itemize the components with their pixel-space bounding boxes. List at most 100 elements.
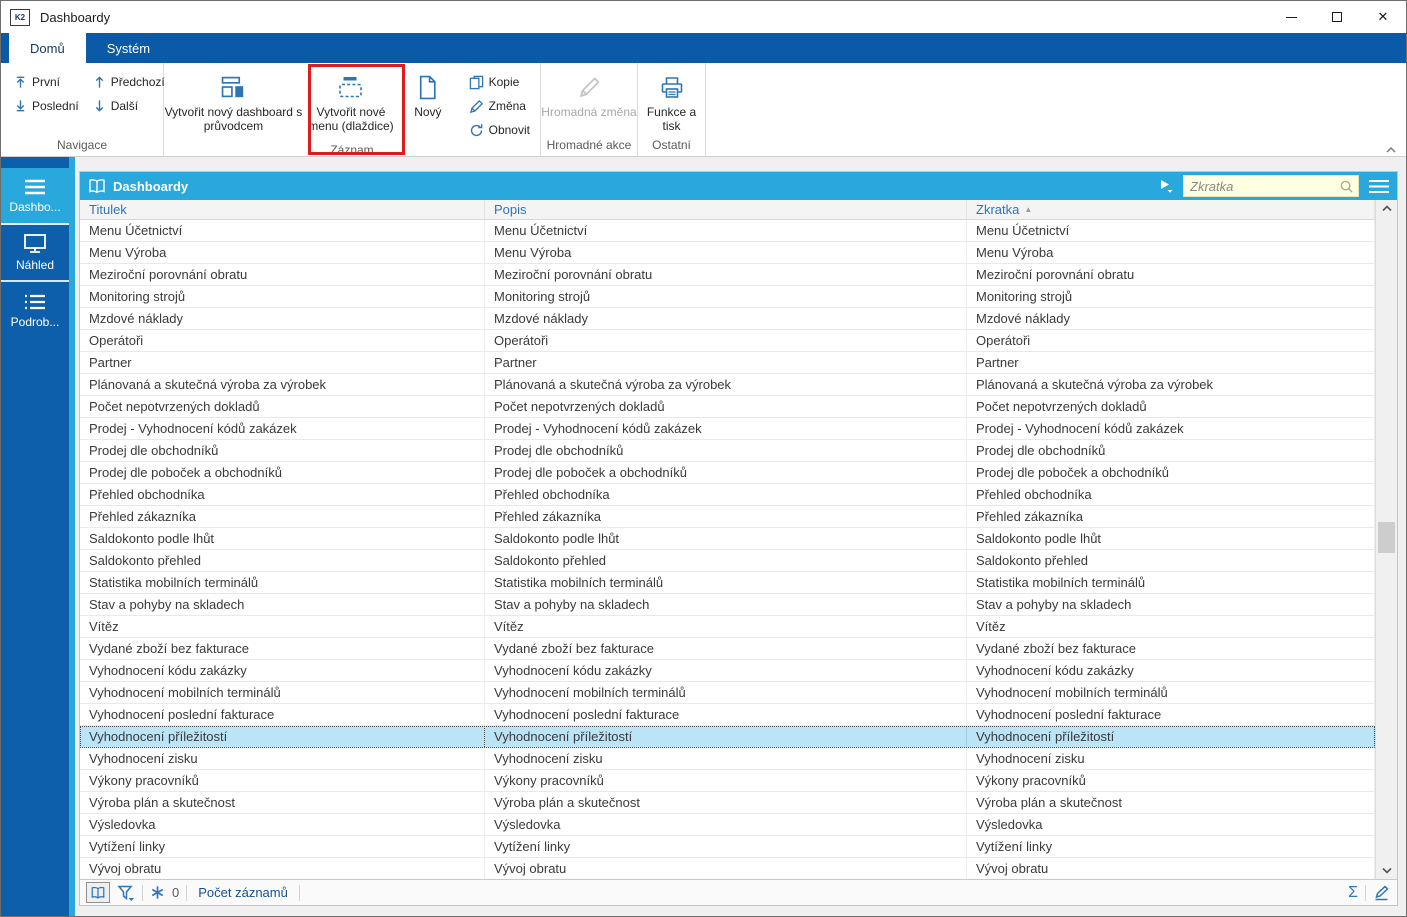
cell-popis[interactable]: Menu Účetnictví xyxy=(485,220,967,241)
cell-titulek[interactable]: Přehled zákazníka xyxy=(80,506,485,527)
cell-popis[interactable]: Meziroční porovnání obratu xyxy=(485,264,967,285)
table-row[interactable]: Výsledovka Výsledovka Výsledovka xyxy=(80,814,1375,836)
maximize-button[interactable] xyxy=(1314,1,1360,33)
create-menu-tiles-button[interactable]: Vytvořit nové menu (dlaždice) xyxy=(303,63,399,142)
sidebar-item-dashboardy[interactable]: Dashbo... xyxy=(1,168,69,225)
scroll-up-icon[interactable] xyxy=(1376,200,1397,217)
cell-popis[interactable]: Vyhodnocení zisku xyxy=(485,748,967,769)
cell-popis[interactable]: Monitoring strojů xyxy=(485,286,967,307)
cell-zkratka[interactable]: Výkony pracovníků xyxy=(967,770,1375,791)
cell-zkratka[interactable]: Monitoring strojů xyxy=(967,286,1375,307)
table-row[interactable]: Saldokonto přehled Saldokonto přehled Sa… xyxy=(80,550,1375,572)
filter-icon[interactable] xyxy=(117,884,135,902)
cell-popis[interactable]: Vytížení linky xyxy=(485,836,967,857)
cell-zkratka[interactable]: Statistika mobilních terminálů xyxy=(967,572,1375,593)
book-view-button[interactable] xyxy=(86,882,110,903)
cell-titulek[interactable]: Vývoj obratu xyxy=(80,858,485,879)
cell-titulek[interactable]: Vyhodnocení příležitostí xyxy=(80,726,485,747)
cell-popis[interactable]: Přehled zákazníka xyxy=(485,506,967,527)
cell-popis[interactable]: Statistika mobilních terminálů xyxy=(485,572,967,593)
cell-popis[interactable]: Vyhodnocení poslední fakturace xyxy=(485,704,967,725)
cell-popis[interactable]: Saldokonto přehled xyxy=(485,550,967,571)
scrollbar-thumb[interactable] xyxy=(1378,522,1395,553)
record-count-label[interactable]: Počet záznamů xyxy=(194,885,292,900)
refresh-button[interactable]: Obnovit xyxy=(465,118,534,142)
sidebar-item-podrobnosti[interactable]: Podrob... xyxy=(1,282,69,339)
cell-zkratka[interactable]: Vyhodnocení příležitostí xyxy=(967,726,1375,747)
minimize-button[interactable] xyxy=(1268,1,1314,33)
cell-popis[interactable]: Prodej dle obchodníků xyxy=(485,440,967,461)
table-row[interactable]: Vyhodnocení kódu zakázky Vyhodnocení kód… xyxy=(80,660,1375,682)
table-row[interactable]: Vyhodnocení zisku Vyhodnocení zisku Vyho… xyxy=(80,748,1375,770)
cell-zkratka[interactable]: Vyhodnocení mobilních terminálů xyxy=(967,682,1375,703)
edit-pencil-button[interactable] xyxy=(1373,884,1391,902)
table-row[interactable]: Počet nepotvrzených dokladů Počet nepotv… xyxy=(80,396,1375,418)
cell-zkratka[interactable]: Výroba plán a skutečnost xyxy=(967,792,1375,813)
sum-button[interactable]: Σ xyxy=(1348,884,1358,901)
cell-titulek[interactable]: Mzdové náklady xyxy=(80,308,485,329)
search-input[interactable] xyxy=(1190,178,1339,194)
cell-popis[interactable]: Partner xyxy=(485,352,967,373)
cell-popis[interactable]: Vítěz xyxy=(485,616,967,637)
cell-titulek[interactable]: Vítěz xyxy=(80,616,485,637)
copy-button[interactable]: Kopie xyxy=(465,70,534,94)
column-header-titulek[interactable]: Titulek xyxy=(80,200,485,219)
cell-popis[interactable]: Výkony pracovníků xyxy=(485,770,967,791)
table-row[interactable]: Vytížení linky Vytížení linky Vytížení l… xyxy=(80,836,1375,858)
cell-titulek[interactable]: Prodej - Vyhodnocení kódů zakázek xyxy=(80,418,485,439)
cell-zkratka[interactable]: Saldokonto podle lhůt xyxy=(967,528,1375,549)
cell-zkratka[interactable]: Vydané zboží bez fakturace xyxy=(967,638,1375,659)
cell-popis[interactable]: Počet nepotvrzených dokladů xyxy=(485,396,967,417)
previous-button[interactable]: Předchozí xyxy=(89,70,169,94)
table-row[interactable]: Přehled zákazníka Přehled zákazníka Přeh… xyxy=(80,506,1375,528)
table-row[interactable]: Meziroční porovnání obratu Meziroční por… xyxy=(80,264,1375,286)
table-row[interactable]: Partner Partner Partner xyxy=(80,352,1375,374)
table-row[interactable]: Přehled obchodníka Přehled obchodníka Př… xyxy=(80,484,1375,506)
cell-popis[interactable]: Přehled obchodníka xyxy=(485,484,967,505)
cell-zkratka[interactable]: Přehled obchodníka xyxy=(967,484,1375,505)
table-row[interactable]: Menu Výroba Menu Výroba Menu Výroba xyxy=(80,242,1375,264)
cell-titulek[interactable]: Výkony pracovníků xyxy=(80,770,485,791)
change-button[interactable]: Změna xyxy=(465,94,534,118)
table-row[interactable]: Vydané zboží bez fakturace Vydané zboží … xyxy=(80,638,1375,660)
cell-popis[interactable]: Vyhodnocení příležitostí xyxy=(485,726,967,747)
cell-titulek[interactable]: Plánovaná a skutečná výroba za výrobek xyxy=(80,374,485,395)
cell-zkratka[interactable]: Saldokonto přehled xyxy=(967,550,1375,571)
cell-popis[interactable]: Menu Výroba xyxy=(485,242,967,263)
sidebar-item-nahled[interactable]: Náhled xyxy=(1,225,69,282)
cell-zkratka[interactable]: Počet nepotvrzených dokladů xyxy=(967,396,1375,417)
cell-popis[interactable]: Mzdové náklady xyxy=(485,308,967,329)
cell-titulek[interactable]: Operátoři xyxy=(80,330,485,351)
asterisk-icon[interactable] xyxy=(150,885,165,900)
table-row[interactable]: Vyhodnocení mobilních terminálů Vyhodnoc… xyxy=(80,682,1375,704)
cell-zkratka[interactable]: Vyhodnocení kódu zakázky xyxy=(967,660,1375,681)
cell-popis[interactable]: Stav a pohyby na skladech xyxy=(485,594,967,615)
table-row[interactable]: Výkony pracovníků Výkony pracovníků Výko… xyxy=(80,770,1375,792)
cell-zkratka[interactable]: Prodej dle obchodníků xyxy=(967,440,1375,461)
cell-titulek[interactable]: Přehled obchodníka xyxy=(80,484,485,505)
cell-zkratka[interactable]: Vývoj obratu xyxy=(967,858,1375,879)
table-row[interactable]: Výroba plán a skutečnost Výroba plán a s… xyxy=(80,792,1375,814)
cell-popis[interactable]: Prodej dle poboček a obchodníků xyxy=(485,462,967,483)
ribbon-collapse-button[interactable] xyxy=(1385,146,1397,154)
table-row[interactable]: Vítěz Vítěz Vítěz xyxy=(80,616,1375,638)
table-row[interactable]: Prodej - Vyhodnocení kódů zakázek Prodej… xyxy=(80,418,1375,440)
cell-titulek[interactable]: Počet nepotvrzených dokladů xyxy=(80,396,485,417)
cell-titulek[interactable]: Menu Účetnictví xyxy=(80,220,485,241)
play-menu-icon[interactable] xyxy=(1160,179,1174,193)
cell-titulek[interactable]: Monitoring strojů xyxy=(80,286,485,307)
cell-zkratka[interactable]: Menu Výroba xyxy=(967,242,1375,263)
table-row[interactable]: Statistika mobilních terminálů Statistik… xyxy=(80,572,1375,594)
table-row[interactable]: Stav a pohyby na skladech Stav a pohyby … xyxy=(80,594,1375,616)
cell-titulek[interactable]: Vydané zboží bez fakturace xyxy=(80,638,485,659)
cell-titulek[interactable]: Výroba plán a skutečnost xyxy=(80,792,485,813)
next-button[interactable]: Další xyxy=(89,94,169,118)
cell-titulek[interactable]: Vyhodnocení zisku xyxy=(80,748,485,769)
create-dashboard-button[interactable]: Vytvořit nový dashboard s průvodcem xyxy=(164,63,303,142)
cell-titulek[interactable]: Vytížení linky xyxy=(80,836,485,857)
panel-menu-icon[interactable] xyxy=(1368,179,1393,194)
table-row[interactable]: Vyhodnocení poslední fakturace Vyhodnoce… xyxy=(80,704,1375,726)
table-row[interactable]: Prodej dle poboček a obchodníků Prodej d… xyxy=(80,462,1375,484)
cell-titulek[interactable]: Vyhodnocení poslední fakturace xyxy=(80,704,485,725)
cell-zkratka[interactable]: Operátoři xyxy=(967,330,1375,351)
